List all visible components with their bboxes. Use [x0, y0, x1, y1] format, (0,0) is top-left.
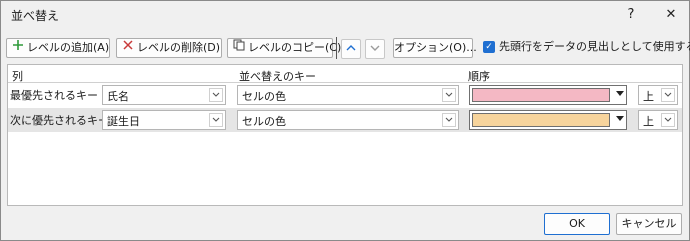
column-select[interactable]: 氏名 [102, 85, 226, 105]
sort-on-select[interactable]: セルの色 [237, 110, 459, 130]
cancel-label: キャンセル [621, 217, 677, 230]
close-button[interactable]: ✕ [661, 5, 681, 25]
help-button[interactable]: ? [621, 5, 641, 25]
chevron-down-icon [661, 113, 675, 127]
delete-level-label: レベルの削除(D) [137, 41, 221, 54]
chevron-up-icon [346, 45, 356, 51]
dropdown-arrow-icon [616, 91, 624, 96]
add-level-button[interactable]: レベルの追加(A) [6, 38, 110, 58]
delete-level-button[interactable]: レベルの削除(D) [116, 38, 222, 58]
sort-level-row[interactable]: 最優先されるキー 氏名 セルの色 上 [8, 83, 682, 107]
sort-levels-grid: 列 並べ替えのキー 順序 最優先されるキー 氏名 セルの色 上 次に優先されるキ… [7, 64, 683, 206]
column-select-value: 誕生日 [107, 115, 140, 128]
title-bar: 並べ替え ? ✕ [1, 1, 689, 29]
header-row-checkbox[interactable]: ✓ [483, 41, 495, 53]
ok-button[interactable]: OK [544, 213, 610, 235]
order-color-select[interactable] [469, 110, 627, 130]
row-label: 最優先されるキー [10, 89, 98, 102]
toolbar-divider [336, 37, 337, 59]
position-select-value: 上 [643, 115, 654, 128]
header-row-checkbox-label[interactable]: 先頭行をデータの見出しとして使用する(H) [499, 39, 690, 55]
sort-on-select[interactable]: セルの色 [237, 85, 459, 105]
plus-icon [11, 39, 25, 57]
options-label: オプション(O)... [394, 41, 477, 54]
chevron-down-icon [442, 113, 456, 127]
row-label: 次に優先されるキー [10, 114, 109, 127]
move-up-button[interactable] [341, 39, 361, 59]
add-level-label: レベルの追加(A) [27, 41, 110, 54]
copy-level-button[interactable]: レベルのコピー(C) [227, 38, 341, 58]
ok-label: OK [569, 217, 585, 230]
dialog-title: 並べ替え [11, 9, 60, 23]
column-select[interactable]: 誕生日 [102, 110, 226, 130]
checkmark-icon: ✓ [485, 42, 493, 52]
chevron-down-icon [661, 88, 675, 102]
color-swatch [472, 88, 610, 102]
chevron-down-icon [209, 88, 223, 102]
sort-level-row[interactable]: 次に優先されるキー 誕生日 セルの色 上 [8, 108, 682, 132]
chevron-down-icon [370, 45, 380, 51]
delete-x-icon [121, 39, 135, 57]
position-select[interactable]: 上 [638, 85, 678, 105]
copy-icon [232, 39, 246, 57]
position-select-value: 上 [643, 90, 654, 103]
column-select-value: 氏名 [107, 90, 129, 103]
copy-level-label: レベルのコピー(C) [248, 41, 342, 54]
position-select[interactable]: 上 [638, 110, 678, 130]
color-swatch [472, 113, 610, 127]
sort-dialog: 並べ替え ? ✕ レベルの追加(A) レベルの削除(D) レベルのコピー(C) … [0, 0, 690, 241]
cancel-button[interactable]: キャンセル [616, 213, 682, 235]
sort-on-select-value: セルの色 [242, 115, 286, 128]
sort-on-select-value: セルの色 [242, 90, 286, 103]
options-button[interactable]: オプション(O)... [393, 38, 477, 58]
dropdown-arrow-icon [616, 116, 624, 121]
move-down-button[interactable] [365, 39, 385, 59]
order-color-select[interactable] [469, 85, 627, 105]
chevron-down-icon [442, 88, 456, 102]
chevron-down-icon [209, 113, 223, 127]
